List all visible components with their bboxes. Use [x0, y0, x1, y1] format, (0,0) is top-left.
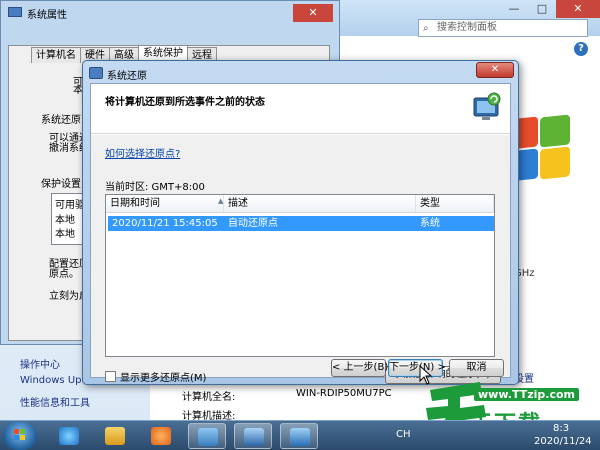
clock-time[interactable]: 8:3 [553, 423, 569, 434]
help-icon[interactable]: ? [574, 42, 588, 56]
system-restore-large-icon [473, 92, 501, 120]
section-protection-settings: 保护设置 [41, 179, 81, 190]
config-desc-line: 原点。 [49, 269, 79, 280]
column-header-description[interactable]: 描述 [224, 195, 416, 213]
taskbar-control-panel[interactable] [188, 423, 226, 449]
drive-item[interactable]: 本地 [55, 225, 75, 240]
section-system-restore: 系统还原 [41, 115, 81, 126]
checkbox-box[interactable] [105, 371, 116, 382]
search-icon: ⌕ [423, 23, 429, 34]
dialog-client-area: 将计算机还原到所选事件之前的状态 如何选择还原点? 当前时区: GMT+8:00… [90, 83, 511, 384]
computer-icon [244, 428, 264, 446]
see-also-action-center[interactable]: 操作中心 [20, 356, 60, 371]
cell-type: 系统 [420, 218, 440, 229]
computer-full-name-value: WIN-RDIP50MU7PC [296, 388, 392, 399]
wizard-content: 如何选择还原点? 当前时区: GMT+8:00 日期和时间 ▲ 描述 类型 20… [91, 135, 510, 384]
restore-point-table[interactable]: 日期和时间 ▲ 描述 类型 2020/11/21 15:45:05 自动还原点 … [105, 194, 495, 357]
dialog-title: 系统属性 [27, 10, 67, 21]
media-player-icon [151, 427, 171, 445]
maximize-button[interactable]: □ [528, 0, 556, 18]
system-restore-icon [89, 67, 103, 79]
internet-explorer-icon [59, 427, 79, 445]
system-restore-icon [290, 428, 310, 446]
caption-buttons: — □ ✕ [500, 0, 600, 18]
start-button[interactable] [3, 422, 37, 450]
taskbar-system-properties[interactable] [234, 423, 272, 449]
clock-date[interactable]: 2020/11/24 [534, 436, 592, 447]
taskbar-ie[interactable] [50, 423, 88, 449]
dialog-title: 系统还原 [107, 71, 147, 82]
search-placeholder: 搜索控制面板 [437, 22, 497, 33]
column-header-datetime[interactable]: 日期和时间 ▲ [106, 195, 224, 213]
drive-list-header: 可用驱 [55, 200, 85, 211]
computer-full-name-label: 计算机全名: [182, 392, 236, 403]
wizard-header: 将计算机还原到所选事件之前的状态 [91, 84, 510, 134]
watermark-url: www.TTzip.com [474, 388, 579, 401]
tab-computer-name[interactable]: 计算机名 [31, 47, 81, 63]
control-panel-icon [198, 428, 218, 446]
cell-description: 自动还原点 [228, 218, 278, 229]
table-row[interactable]: 2020/11/21 15:45:05 自动还原点 系统 [108, 216, 494, 231]
see-also-performance[interactable]: 性能信息和工具 [20, 394, 90, 409]
windows-flag-icon [14, 429, 25, 440]
taskbar: CH 8:3 2020/11/24 [0, 420, 600, 450]
minimize-button[interactable]: — [500, 0, 528, 18]
sort-ascending-icon: ▲ [218, 197, 224, 205]
current-timezone: 当前时区: GMT+8:00 [105, 182, 205, 193]
search-input[interactable]: ⌕ 搜索控制面板 [418, 19, 588, 37]
system-restore-dialog: 系统还原 ✕ 将计算机还原到所选事件之前的状态 如何选择还原点? 当前时区: G… [82, 60, 519, 385]
column-header-type[interactable]: 类型 [416, 195, 494, 213]
taskbar-media-player[interactable] [142, 423, 180, 449]
input-language-indicator[interactable]: CH [396, 429, 411, 440]
close-button[interactable]: ✕ [556, 0, 600, 18]
wizard-heading: 将计算机还原到所选事件之前的状态 [105, 97, 265, 108]
drive-item[interactable]: 本地 [55, 211, 75, 226]
show-more-checkbox[interactable]: 显示更多还原点(M) [105, 369, 206, 384]
close-button[interactable]: ✕ [293, 4, 333, 22]
taskbar-explorer[interactable] [96, 423, 134, 449]
computer-icon [8, 7, 22, 17]
cell-datetime: 2020/11/21 15:45:05 [112, 218, 218, 229]
how-to-choose-link[interactable]: 如何选择还原点? [105, 145, 180, 160]
taskbar-system-restore[interactable] [280, 423, 318, 449]
folder-icon [105, 427, 125, 445]
back-button[interactable]: < 上一步(B) [331, 359, 388, 377]
show-more-label: 显示更多还原点(M) [120, 373, 207, 384]
close-button[interactable]: ✕ [476, 62, 514, 78]
